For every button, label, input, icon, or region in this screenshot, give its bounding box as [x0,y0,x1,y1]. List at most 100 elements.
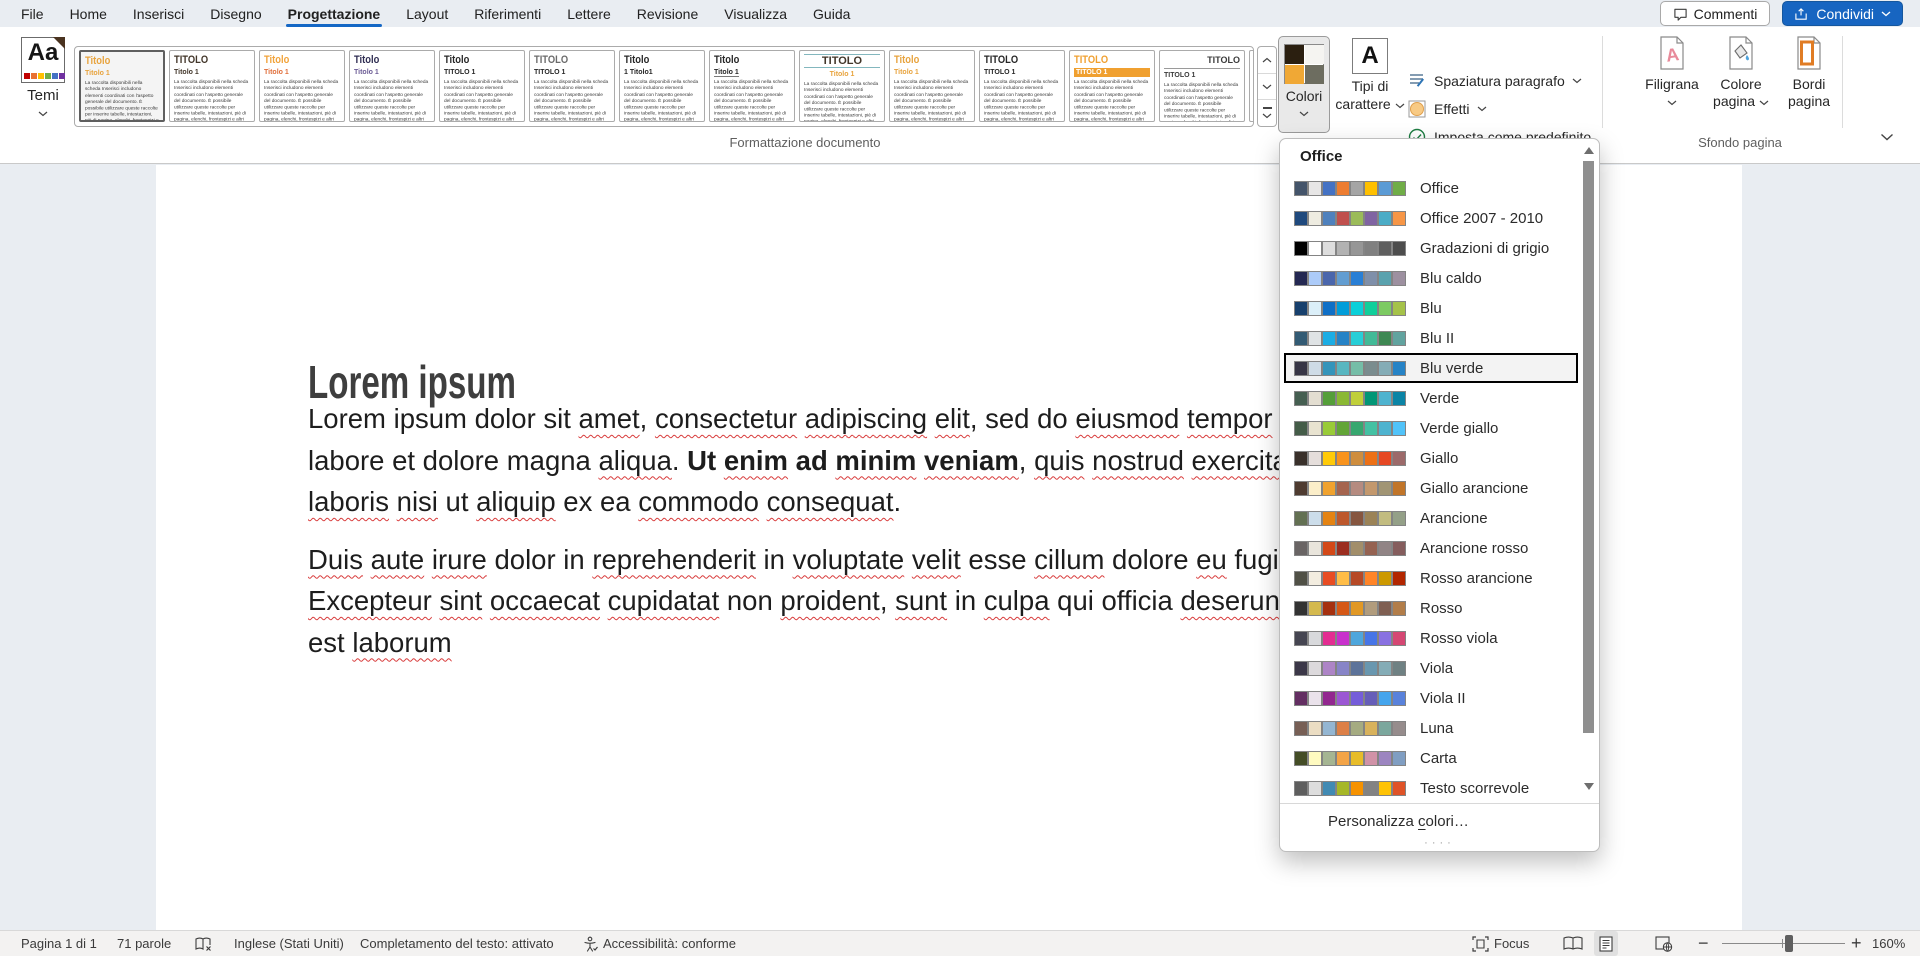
web-layout-button[interactable] [1655,931,1673,956]
word-count[interactable]: 71 parole [117,931,171,956]
theme-color-option[interactable]: Rosso [1284,593,1578,623]
theme-color-option[interactable]: Viola II [1284,683,1578,713]
style-set-title: TITOLO [1164,54,1240,69]
zoom-out-button[interactable]: − [1698,931,1709,956]
style-set-thumbnail[interactable]: TITOLO TITOLO 1 La raccolta disponibili … [979,50,1065,122]
menu-tab[interactable]: Guida [810,0,853,27]
theme-color-option[interactable]: Rosso viola [1284,623,1578,653]
swatch [1392,691,1406,706]
style-set-thumbnail[interactable]: Titolo Titolo 1 La raccolta disponibili … [259,50,345,122]
style-set-thumbnail[interactable]: Titolo Titolo 1 La raccolta disponibili … [79,50,165,122]
fonts-button[interactable]: A Tipi di carattere [1332,36,1408,136]
style-set-thumbnail[interactable]: Titolo Titolo 1 La raccolta disponibili … [889,50,975,122]
text-segment: laboris [308,486,389,517]
accessibility-indicator[interactable]: Accessibilità: conforme [583,931,736,956]
gallery-scroll-up-button[interactable] [1258,47,1276,74]
style-set-thumbnail[interactable]: Titolo Titolo 1 La raccolta disponibili … [709,50,795,122]
swatch [1350,661,1364,676]
swatch [1322,721,1336,736]
proofing-status-icon[interactable] [195,931,213,956]
group-label-document-formatting: Formattazione documento [700,135,910,150]
zoom-level[interactable]: 160% [1872,931,1905,956]
theme-color-option[interactable]: Blu caldo [1284,263,1578,293]
swatch [1350,571,1364,586]
text-segment: deserunt [1180,585,1287,616]
language-indicator[interactable]: Inglese (Stati Uniti) [234,931,344,956]
document-body-text[interactable]: Lorem ipsum dolor sit amet, consectetur … [308,398,1427,663]
page-color-icon [1726,35,1756,71]
page-indicator[interactable]: Pagina 1 di 1 [21,931,97,956]
menu-tab[interactable]: Revisione [634,0,701,27]
paragraph-spacing-button[interactable]: Spaziatura paragrafo [1408,70,1582,92]
text-segment: velit [912,544,961,575]
style-set-thumbnail[interactable]: TITOLO TITOLO 1 La raccolta disponibili … [529,50,615,122]
dropdown-separator [1280,803,1599,804]
theme-color-option[interactable]: Arancione rosso [1284,533,1578,563]
print-layout-button[interactable] [1594,931,1618,956]
menu-tab[interactable]: Riferimenti [471,0,544,27]
swatch [1322,751,1336,766]
text-segment [363,544,371,575]
collapse-ribbon-button[interactable] [1880,128,1894,146]
swatch [1364,571,1378,586]
style-set-thumbnail[interactable]: Titolo TITOLO 1 La raccolta disponibili … [439,50,525,122]
theme-color-option[interactable]: Viola [1284,653,1578,683]
style-set-thumbnail[interactable]: TITOLO TITOLO 1 La raccolta disponibili … [1069,50,1155,122]
menu-tab[interactable]: Disegno [207,0,264,27]
menu-tab-label: Layout [406,6,448,22]
svg-text:A: A [1665,44,1681,66]
zoom-slider-track[interactable] [1722,943,1845,944]
menu-tab[interactable]: Visualizza [721,0,790,27]
zoom-slider-thumb[interactable] [1785,935,1793,952]
text-completion-indicator[interactable]: Completamento del testo: attivato [360,931,554,956]
theme-color-option[interactable]: Arancione [1284,503,1578,533]
theme-color-option[interactable]: Luna [1284,713,1578,743]
scroll-down-arrow-icon[interactable] [1584,783,1594,790]
style-set-thumbnail[interactable]: TITOLO TITOLO 1 La raccolta disponibili … [1159,50,1245,122]
swatch [1364,691,1378,706]
menu-tab[interactable]: Layout [403,0,451,27]
menu-tab[interactable]: File [18,0,47,27]
theme-color-option[interactable]: Blu II [1284,323,1578,353]
menu-tab[interactable]: Inserisci [130,0,187,27]
theme-color-option[interactable]: Carta [1284,743,1578,773]
scrollbar-thumb[interactable] [1583,161,1594,733]
gallery-scroll-down-button[interactable] [1258,74,1276,101]
theme-color-option[interactable]: Rosso arancione [1284,563,1578,593]
theme-color-option[interactable]: Giallo arancione [1284,473,1578,503]
chevron-up-icon [1262,57,1272,63]
theme-color-option[interactable]: Blu [1284,293,1578,323]
dropdown-scrollbar[interactable] [1582,141,1597,801]
gallery-more-button[interactable] [1258,100,1276,126]
themes-button[interactable]: Aa Temi [14,35,72,135]
page-color-button[interactable]: Colore pagina [1706,35,1776,110]
style-set-thumbnail[interactable]: Titolo Titolo 1 La raccolta disponibili … [349,50,435,122]
customize-colors-item[interactable]: Personalizza colori… [1328,813,1469,830]
theme-color-option[interactable]: Office 2007 - 2010 [1284,203,1578,233]
zoom-in-button[interactable]: + [1851,931,1862,956]
colors-button[interactable]: Colori [1278,36,1330,133]
watermark-button[interactable]: A Filigrana [1640,35,1704,111]
menu-tab[interactable]: Lettere [564,0,614,27]
scroll-up-arrow-icon[interactable] [1584,147,1594,154]
menu-tab[interactable]: Progettazione [285,0,384,27]
menu-tab[interactable]: Home [67,0,110,27]
style-set-thumbnail[interactable]: TITOLO Titolo 1 La raccolta disponibili … [169,50,255,122]
comments-button[interactable]: Commenti [1660,1,1771,26]
theme-color-option[interactable]: Giallo [1284,443,1578,473]
style-set-thumbnail[interactable]: Titolo 1 Titolo1 La raccolta disponibili… [619,50,705,122]
share-button[interactable]: Condividi [1782,1,1903,26]
page-borders-button[interactable]: Bordi pagina [1778,35,1840,110]
dropdown-resize-grip[interactable]: ···· [1280,837,1599,849]
focus-mode-button[interactable]: Focus [1472,931,1529,956]
style-set-thumbnail[interactable]: Titolo Titolo 1 La raccolta disponibili … [1249,50,1254,122]
read-mode-button[interactable] [1563,931,1583,956]
theme-color-option[interactable]: Verde giallo [1284,413,1578,443]
theme-color-option[interactable]: Gradazioni di grigio [1284,233,1578,263]
theme-color-option[interactable]: Office [1284,173,1578,203]
theme-color-option[interactable]: Testo scorrevole [1284,773,1578,803]
style-set-thumbnail[interactable]: TITOLO Titolo 1 La raccolta disponibili … [799,50,885,122]
theme-color-option[interactable]: Verde [1284,383,1578,413]
theme-color-option[interactable]: Blu verde [1284,353,1578,383]
effects-button[interactable]: Effetti [1408,98,1487,120]
